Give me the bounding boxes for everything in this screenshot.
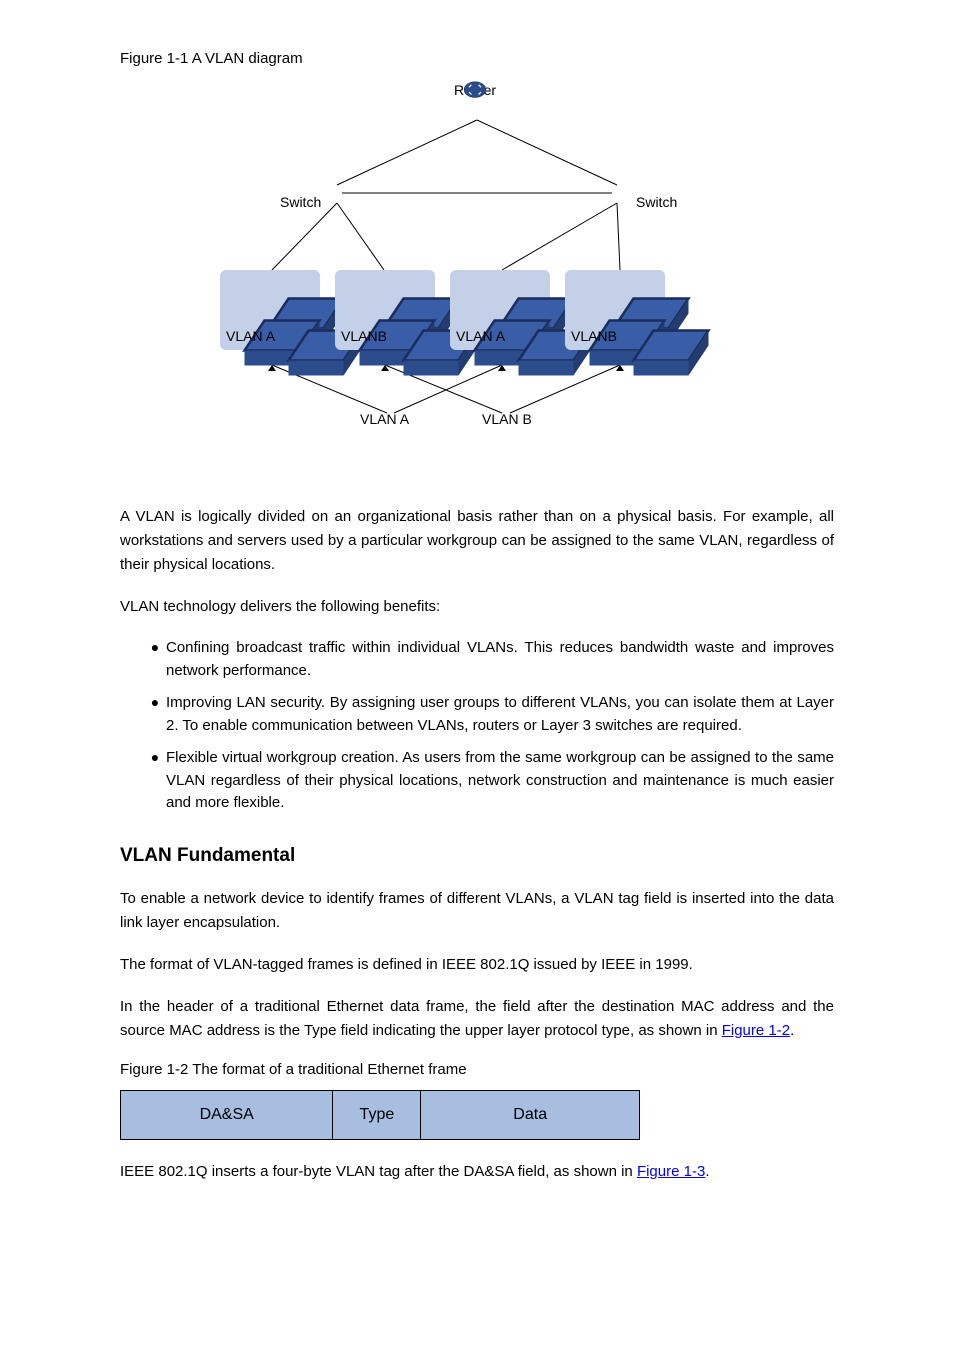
figure-1-3-link[interactable]: Figure 1-3 bbox=[637, 1163, 705, 1180]
vlan-b-label-2: VLANB bbox=[571, 328, 617, 344]
figure-2-label: Figure 1-2 The format of a traditional E… bbox=[120, 1061, 834, 1078]
router-icon bbox=[454, 80, 496, 98]
figure-1-label: Figure 1-1 A VLAN diagram bbox=[120, 50, 834, 67]
frame-dasa: DA&SA bbox=[121, 1091, 333, 1139]
vlan-b-label: VLANB bbox=[341, 328, 387, 344]
vlan-a-label-2: VLAN A bbox=[456, 328, 505, 344]
paragraph-3b: In the header of a traditional Ethernet … bbox=[120, 995, 834, 1043]
bottom-vlan-a: VLAN A bbox=[360, 411, 409, 427]
bullet-icon: ● bbox=[144, 747, 166, 815]
bullet-item: ● Flexible virtual workgroup creation. A… bbox=[144, 747, 834, 815]
bullet-icon: ● bbox=[144, 692, 166, 737]
bullet-text-3: Flexible virtual workgroup creation. As … bbox=[166, 747, 834, 815]
switch-right-label: Switch bbox=[636, 194, 677, 210]
switch-left-label: Switch bbox=[280, 194, 321, 210]
benefits-intro: VLAN technology delivers the following b… bbox=[120, 595, 834, 619]
switch-icon bbox=[621, 308, 721, 388]
section-heading: VLAN Fundamental bbox=[120, 845, 834, 867]
ethernet-frame-diagram: DA&SA Type Data bbox=[120, 1090, 640, 1140]
paragraph-1: A VLAN is logically divided on an organi… bbox=[120, 505, 834, 577]
bottom-vlan-b: VLAN B bbox=[482, 411, 532, 427]
vlan-a-label: VLAN A bbox=[226, 328, 275, 344]
paragraph-2: To enable a network device to identify f… bbox=[120, 887, 834, 935]
frame-data: Data bbox=[421, 1091, 639, 1139]
bullet-item: ● Improving LAN security. By assigning u… bbox=[144, 692, 834, 737]
para4-suffix: . bbox=[705, 1163, 709, 1180]
frame-type: Type bbox=[333, 1091, 421, 1139]
bullet-text-2: Improving LAN security. By assigning use… bbox=[166, 692, 834, 737]
para3-suffix: . bbox=[790, 1022, 794, 1039]
vlan-diagram: Router Switch Switch VLAN A VLANB VLAN A bbox=[202, 75, 752, 475]
para4-text: IEEE 802.1Q inserts a four-byte VLAN tag… bbox=[120, 1163, 637, 1180]
bullet-item: ● Confining broadcast traffic within ind… bbox=[144, 637, 834, 682]
figure-1-2-link[interactable]: Figure 1-2 bbox=[722, 1022, 790, 1039]
bullet-icon: ● bbox=[144, 637, 166, 682]
paragraph-4: IEEE 802.1Q inserts a four-byte VLAN tag… bbox=[120, 1160, 834, 1184]
bullet-text-1: Confining broadcast traffic within indiv… bbox=[166, 637, 834, 682]
paragraph-3a: The format of VLAN-tagged frames is defi… bbox=[120, 953, 834, 977]
